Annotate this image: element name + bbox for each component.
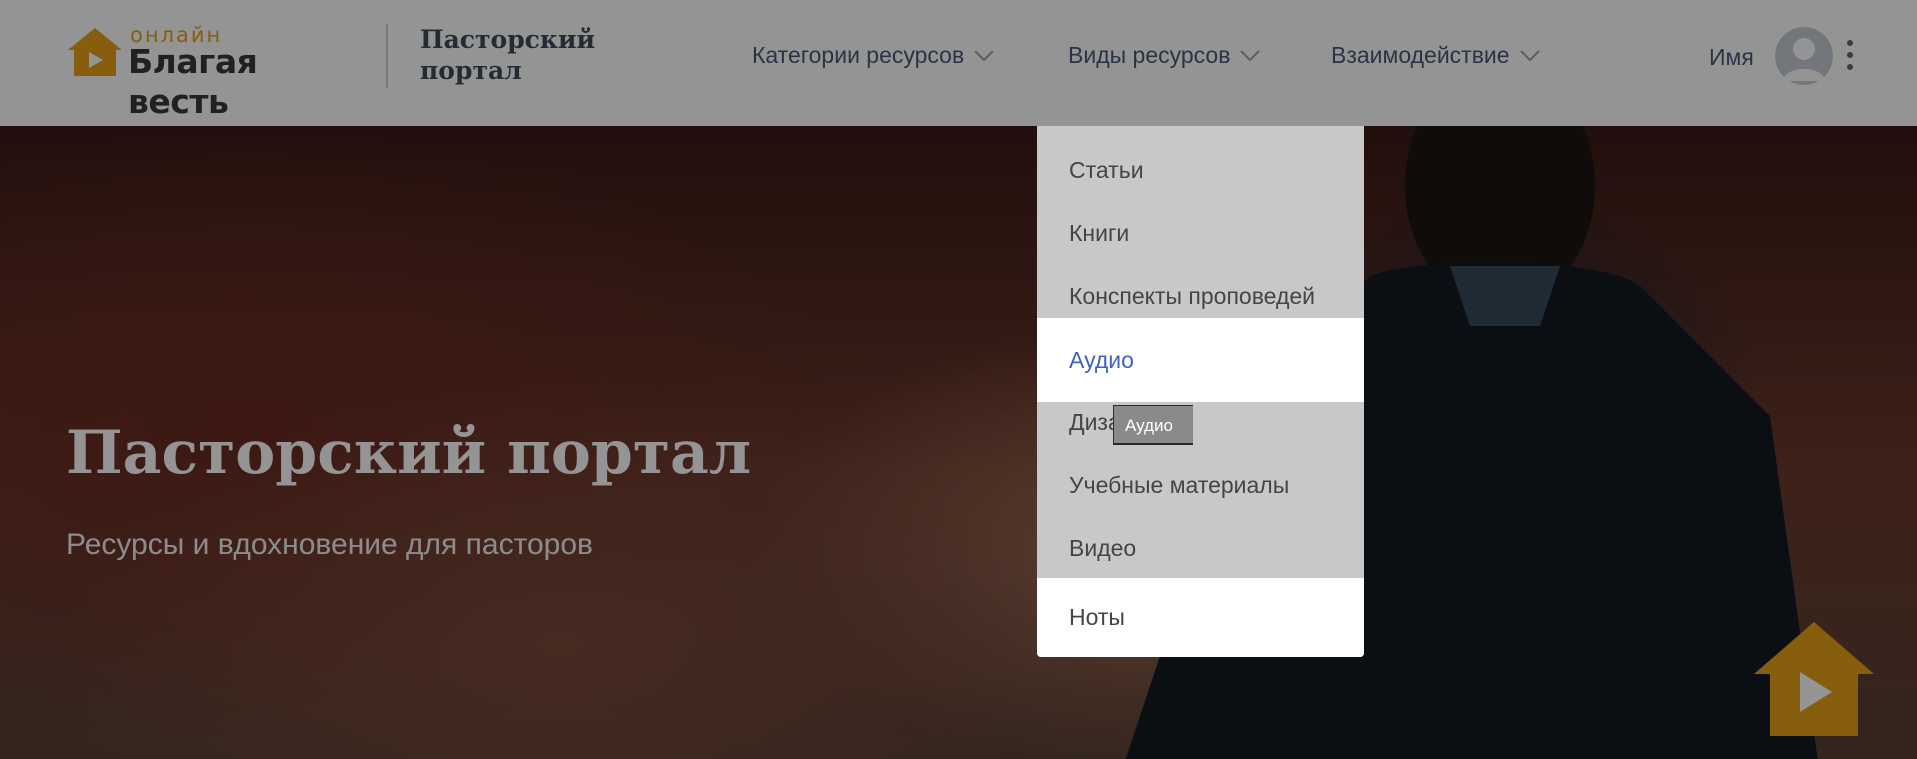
play-house-icon[interactable] (1752, 620, 1876, 738)
site-header: онлайн Благая весть Пасторский портал Ка… (0, 0, 1917, 126)
hero-subtitle: Ресурсы и вдохновение для пасторов (66, 528, 593, 561)
dropdown-item-sheet-music[interactable]: Ноты (1037, 578, 1364, 657)
nav-label: Категории ресурсов (752, 42, 965, 68)
dropdown-item-audio[interactable]: Аудио (1037, 318, 1364, 402)
chevron-down-icon (974, 49, 994, 61)
nav-label: Виды ресурсов (1068, 42, 1231, 68)
dropdown-item-books[interactable]: Книги (1037, 202, 1364, 264)
tooltip: Аудио (1113, 405, 1193, 445)
logo-divider (386, 24, 388, 88)
user-avatar-icon[interactable] (1775, 27, 1833, 85)
nav-interaction[interactable]: Взаимодействие (1331, 42, 1540, 69)
site-logo[interactable]: онлайн Благая весть (66, 24, 356, 121)
chevron-down-icon (1519, 49, 1540, 61)
dropdown-item-design[interactable]: Дизайн (1037, 391, 1364, 453)
resource-types-dropdown: Статьи Книги Конспекты проповедей Аудио … (1037, 126, 1364, 657)
nav-resource-types[interactable]: Виды ресурсов (1068, 42, 1261, 69)
dropdown-item-study-materials[interactable]: Учебные материалы (1037, 454, 1364, 516)
hero-banner: Пасторский портал Ресурсы и вдохновение … (0, 126, 1917, 759)
dropdown-item-articles[interactable]: Статьи (1037, 139, 1364, 201)
portal-title-line2: портал (420, 56, 522, 85)
house-play-logo-icon (68, 28, 122, 76)
tooltip-border (1113, 443, 1193, 444)
logo-big-text: Благая весть (128, 42, 258, 121)
dropdown-item-video[interactable]: Видео (1037, 517, 1364, 579)
nav-label: Взаимодействие (1331, 42, 1510, 68)
hero-title: Пасторский портал (66, 418, 752, 488)
user-name[interactable]: Имя (1709, 44, 1754, 71)
portal-title-line1: Пасторский (420, 25, 596, 54)
portal-title[interactable]: Пасторский портал (420, 24, 620, 86)
kebab-menu-icon[interactable] (1846, 40, 1854, 74)
chevron-down-icon (1240, 49, 1261, 61)
nav-resource-categories[interactable]: Категории ресурсов (752, 42, 994, 69)
